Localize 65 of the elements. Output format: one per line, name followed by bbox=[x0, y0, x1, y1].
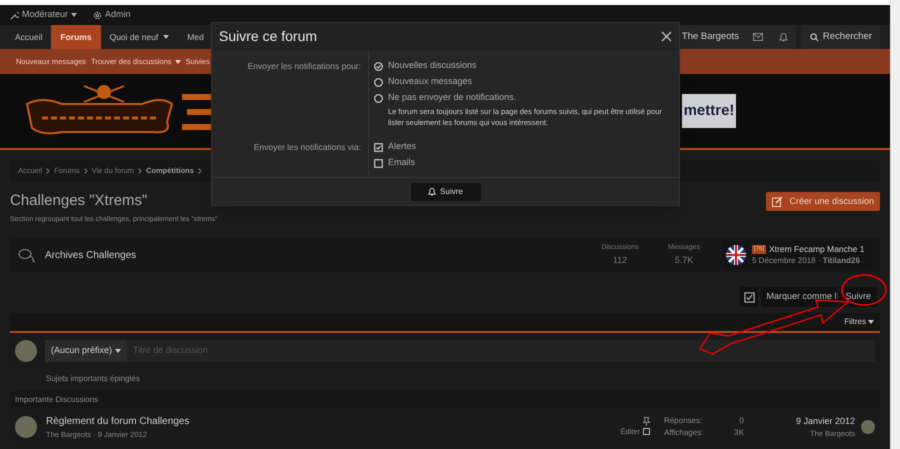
avatar bbox=[15, 416, 37, 438]
last-post-date: 9 Janvier 2012 bbox=[796, 414, 855, 428]
thread-link[interactable]: Xtrem Fecamp Manche 1 bbox=[769, 242, 864, 256]
highlight-ellipse bbox=[841, 274, 887, 306]
sticky-threads-label: Sujets importants épinglés bbox=[45, 373, 141, 385]
bell-icon[interactable] bbox=[778, 32, 788, 42]
nav-tab[interactable]: Accueil bbox=[6, 25, 52, 49]
field-label: Envoyer les notifications via: bbox=[254, 142, 361, 152]
chevron-icon bbox=[46, 168, 50, 174]
checkbox-icon[interactable] bbox=[740, 287, 758, 307]
option-label: Alertes bbox=[388, 140, 416, 154]
checkbox-icon[interactable] bbox=[374, 158, 383, 168]
nav-tab[interactable]: Quoi de neuf bbox=[100, 25, 178, 49]
option-label: Emails bbox=[388, 156, 416, 170]
banner-ad-text: mettre! bbox=[682, 94, 736, 128]
create-thread-button[interactable]: Créer une discussion bbox=[766, 192, 880, 211]
pin-icon bbox=[642, 416, 650, 426]
envelope-icon[interactable] bbox=[752, 33, 763, 41]
radio-icon[interactable] bbox=[374, 78, 383, 86]
bell-icon bbox=[428, 187, 436, 196]
gear-icon bbox=[93, 10, 102, 20]
radio-checked-icon[interactable] bbox=[374, 62, 383, 70]
section-header: Importante Discussions bbox=[10, 391, 880, 409]
flag-avatar-icon bbox=[726, 245, 746, 265]
stat-label: Réponses: bbox=[664, 415, 702, 427]
close-icon[interactable] bbox=[661, 30, 672, 42]
radio-icon[interactable] bbox=[374, 94, 383, 102]
field-label: Envoyer les notifications pour: bbox=[248, 61, 361, 71]
caret-icon bbox=[163, 35, 170, 39]
chevron-icon bbox=[198, 168, 202, 174]
stat-value: 112 bbox=[612, 254, 628, 266]
edit-icon bbox=[772, 196, 784, 207]
caret-icon bbox=[174, 60, 181, 64]
thread-title[interactable]: Règlement du forum Challenges bbox=[46, 414, 620, 429]
avatar bbox=[15, 340, 37, 362]
checkbox-checked-icon[interactable] bbox=[374, 142, 383, 152]
follow-submit-button[interactable]: Suivre bbox=[410, 182, 480, 200]
avatar bbox=[861, 420, 875, 434]
filters-button[interactable]: Filtres bbox=[844, 316, 874, 328]
dialog-title: Suivre ce forum bbox=[219, 26, 318, 46]
moderator-menu[interactable]: Modérateur bbox=[10, 8, 78, 22]
search-icon bbox=[810, 32, 819, 42]
mark-read-button[interactable]: Marquer comme l bbox=[761, 287, 838, 307]
option-label: Ne pas envoyer de notifications. bbox=[388, 91, 516, 104]
subforum-link[interactable]: Archives Challenges bbox=[45, 248, 136, 262]
option-label: Nouvelles discussions bbox=[388, 59, 477, 72]
caret-icon bbox=[71, 13, 78, 17]
caret-icon bbox=[868, 320, 874, 324]
nav-tab[interactable]: Forums bbox=[51, 25, 101, 49]
caret-icon bbox=[115, 349, 122, 353]
admin-link[interactable]: Admin bbox=[93, 8, 131, 22]
search-button[interactable]: Rechercher bbox=[802, 25, 880, 49]
prefix-select[interactable]: (Aucun préfixe) bbox=[45, 340, 128, 362]
stat-value: 0 bbox=[740, 415, 744, 427]
chevron-icon bbox=[84, 168, 88, 174]
nav-tab[interactable]: Med bbox=[178, 25, 213, 49]
stat-value: 3K bbox=[734, 427, 744, 439]
forum-title: Challenges "Xtrems" bbox=[10, 191, 148, 211]
stat-label: Affichages: bbox=[664, 427, 704, 439]
option-label: Nouveaux messages bbox=[388, 75, 472, 88]
stat-value: 5.7K bbox=[674, 254, 694, 266]
chevron-icon bbox=[138, 168, 142, 174]
post-byline: 5 Décembre 2018 · Titiland26 bbox=[752, 255, 861, 268]
scrollbar[interactable] bbox=[890, 0, 900, 449]
edit-checkbox[interactable] bbox=[642, 428, 650, 435]
